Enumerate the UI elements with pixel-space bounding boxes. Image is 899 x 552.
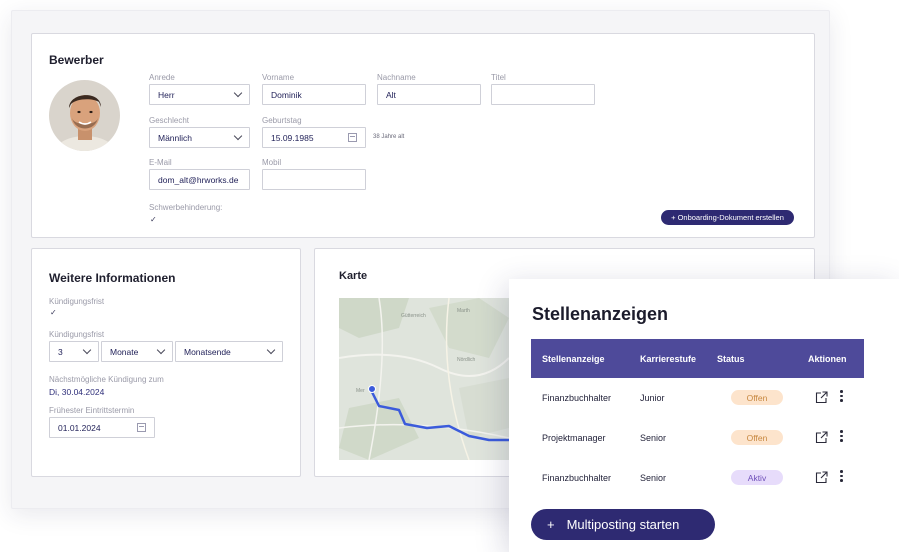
frist-number-value: 3 bbox=[58, 346, 63, 357]
screen: Bewerber Anrede Herr Vorname Dominik Nac… bbox=[0, 0, 899, 552]
more-vertical-icon[interactable] bbox=[840, 430, 843, 442]
calendar-icon[interactable] bbox=[348, 133, 357, 142]
bewerber-title: Bewerber bbox=[49, 53, 104, 67]
map-label-mer: Mer bbox=[356, 388, 365, 394]
vorname-field[interactable]: Dominik bbox=[262, 84, 366, 105]
stellenanzeigen-card: Stellenanzeigen Stellenanzeige Karrieres… bbox=[509, 279, 899, 552]
more-vertical-icon[interactable] bbox=[840, 390, 843, 402]
geburtstag-value: 15.09.1985 bbox=[271, 132, 314, 143]
col-status[interactable]: Status bbox=[717, 354, 745, 364]
multiposting-button[interactable]: + Multiposting starten bbox=[531, 509, 715, 540]
external-link-icon[interactable] bbox=[815, 471, 828, 484]
eintrittstermin-value: 01.01.2024 bbox=[58, 422, 101, 433]
eintrittstermin-field[interactable]: 01.01.2024 bbox=[49, 417, 155, 438]
map-label-guetterreich: Gütterreich bbox=[401, 313, 426, 319]
kuendigungsfrist-label-2: Kündigungsfrist bbox=[49, 330, 105, 339]
row-stufe: Senior bbox=[640, 473, 667, 483]
row-stufe: Senior bbox=[640, 433, 667, 443]
jobs-table-header: Stellenanzeige Karrierestufe Status Akti… bbox=[531, 339, 864, 378]
nachname-field[interactable]: Alt bbox=[377, 84, 481, 105]
row-stelle: Finanzbuchhalter bbox=[542, 393, 612, 403]
table-row[interactable]: Finanzbuchhalter Junior Offen bbox=[531, 378, 864, 418]
bewerber-panel: Bewerber Anrede Herr Vorname Dominik Nac… bbox=[31, 33, 815, 238]
map-label-noerdlich: Nördlich bbox=[457, 357, 476, 363]
frist-unit-value: Monate bbox=[110, 346, 139, 357]
vorname-value: Dominik bbox=[271, 89, 302, 100]
mobil-label: Mobil bbox=[262, 158, 282, 167]
col-stellenanzeige[interactable]: Stellenanzeige bbox=[542, 354, 605, 364]
nachname-value: Alt bbox=[386, 89, 396, 100]
col-karrierestufe[interactable]: Karrierestufe bbox=[640, 354, 696, 364]
chevron-down-icon bbox=[82, 345, 92, 355]
table-row[interactable]: Finanzbuchhalter Senior Aktiv bbox=[531, 458, 864, 498]
frist-unit-select[interactable]: Monate bbox=[101, 341, 173, 362]
row-stelle: Finanzbuchhalter bbox=[542, 473, 612, 483]
status-badge: Offen bbox=[731, 390, 783, 405]
col-aktionen: Aktionen bbox=[808, 354, 847, 364]
mobil-field[interactable] bbox=[262, 169, 366, 190]
eintrittstermin-label: Frühester Eintrittstermin bbox=[49, 406, 135, 415]
schwerbehinderung-label: Schwerbehinderung: bbox=[149, 203, 223, 212]
email-field[interactable]: dom_alt@hrworks.de bbox=[149, 169, 250, 190]
more-vertical-icon[interactable] bbox=[840, 470, 843, 482]
map-view[interactable]: Gütterreich Marth Nördlich Mer bbox=[339, 298, 509, 460]
nachname-label: Nachname bbox=[377, 73, 416, 82]
onboarding-document-button[interactable]: + Onboarding-Dokument erstellen bbox=[661, 210, 794, 225]
avatar bbox=[49, 80, 120, 151]
multiposting-label: Multiposting starten bbox=[566, 517, 680, 532]
karte-title: Karte bbox=[339, 270, 368, 282]
anrede-value: Herr bbox=[158, 89, 175, 100]
schwerbehinderung-checkbox[interactable]: ✓ bbox=[150, 215, 157, 224]
external-link-icon[interactable] bbox=[815, 431, 828, 444]
geschlecht-label: Geschlecht bbox=[149, 116, 190, 125]
chevron-down-icon bbox=[156, 345, 166, 355]
vorname-label: Vorname bbox=[262, 73, 295, 82]
kuendigungsfrist-label: Kündigungsfrist bbox=[49, 297, 105, 306]
row-stelle: Projektmanager bbox=[542, 433, 606, 443]
email-label: E-Mail bbox=[149, 158, 172, 167]
titel-label: Titel bbox=[491, 73, 506, 82]
row-stufe: Junior bbox=[640, 393, 665, 403]
chevron-down-icon bbox=[266, 345, 276, 355]
frist-number-select[interactable]: 3 bbox=[49, 341, 99, 362]
age-text: 38 Jahre alt bbox=[373, 134, 405, 140]
chevron-down-icon bbox=[233, 88, 243, 98]
weitere-informationen-panel: Weitere Informationen Kündigungsfrist ✓ … bbox=[31, 248, 301, 477]
table-row[interactable]: Projektmanager Senior Offen bbox=[531, 418, 864, 458]
naechstmoegliche-kuendigung-value: Di, 30.04.2024 bbox=[49, 387, 105, 397]
status-badge: Offen bbox=[731, 430, 783, 445]
external-link-icon[interactable] bbox=[815, 391, 828, 404]
frist-end-value: Monatsende bbox=[184, 346, 231, 357]
calendar-icon[interactable] bbox=[137, 423, 146, 432]
anrede-label: Anrede bbox=[149, 73, 175, 82]
geschlecht-select[interactable]: Männlich bbox=[149, 127, 250, 148]
plus-icon: + bbox=[547, 517, 555, 532]
status-badge: Aktiv bbox=[731, 470, 783, 485]
geschlecht-value: Männlich bbox=[158, 132, 193, 143]
kuendigungsfrist-checkbox[interactable]: ✓ bbox=[50, 308, 57, 317]
geburtstag-field[interactable]: 15.09.1985 bbox=[262, 127, 366, 148]
anrede-select[interactable]: Herr bbox=[149, 84, 250, 105]
geburtstag-label: Geburtstag bbox=[262, 116, 302, 125]
stellenanzeigen-title: Stellenanzeigen bbox=[532, 304, 669, 324]
titel-field[interactable] bbox=[491, 84, 595, 105]
map-label-marth: Marth bbox=[457, 308, 470, 314]
weitere-title: Weitere Informationen bbox=[49, 271, 176, 285]
chevron-down-icon bbox=[233, 131, 243, 141]
email-value: dom_alt@hrworks.de bbox=[158, 174, 239, 185]
frist-end-select[interactable]: Monatsende bbox=[175, 341, 283, 362]
naechstmoegliche-kuendigung-label: Nächstmögliche Kündigung zum bbox=[49, 375, 164, 384]
